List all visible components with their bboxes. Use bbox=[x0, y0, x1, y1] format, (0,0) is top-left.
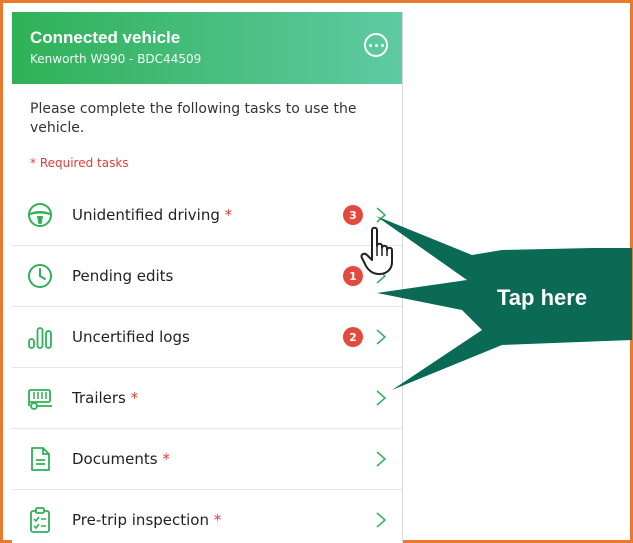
task-documents[interactable]: Documents * bbox=[12, 429, 402, 490]
required-marker: * bbox=[213, 511, 222, 529]
task-list: Unidentified driving * 3 Pending edits 1… bbox=[12, 185, 402, 543]
required-marker: * bbox=[224, 206, 233, 224]
task-pre-trip-inspection[interactable]: Pre-trip inspection * bbox=[12, 490, 402, 543]
task-pending-edits[interactable]: Pending edits 1 bbox=[12, 246, 402, 307]
steering-wheel-icon bbox=[28, 203, 52, 227]
chevron-right-icon bbox=[376, 512, 387, 528]
clipboard-icon bbox=[30, 507, 50, 533]
vehicle-subtitle: Kenworth W990 - BDC44509 bbox=[30, 52, 202, 66]
task-unidentified-driving[interactable]: Unidentified driving * 3 bbox=[12, 185, 402, 246]
required-marker: * bbox=[130, 389, 139, 407]
tap-here-text: Tap here bbox=[497, 285, 588, 310]
task-uncertified-logs[interactable]: Uncertified logs 2 bbox=[12, 307, 402, 368]
task-label: Pending edits bbox=[72, 267, 174, 285]
clock-icon bbox=[28, 264, 52, 288]
task-trailers[interactable]: Trailers * bbox=[12, 368, 402, 429]
task-label: Uncertified logs bbox=[72, 328, 190, 346]
bar-chart-icon bbox=[28, 327, 52, 349]
more-options-icon[interactable] bbox=[364, 33, 388, 57]
header-bar: Connected vehicle Kenworth W990 - BDC445… bbox=[12, 12, 402, 84]
task-label: Pre-trip inspection * bbox=[72, 511, 222, 529]
instructions-text: Please complete the following tasks to u… bbox=[30, 101, 357, 136]
required-marker: * bbox=[162, 450, 170, 468]
trailer-icon bbox=[28, 389, 52, 410]
count-badge: 2 bbox=[343, 327, 363, 347]
page-title: Connected vehicle bbox=[30, 28, 181, 47]
task-label: Documents * bbox=[72, 450, 170, 468]
count-badge: 3 bbox=[343, 205, 363, 225]
chevron-right-icon bbox=[376, 451, 387, 467]
task-label: Trailers * bbox=[72, 389, 139, 407]
task-label: Unidentified driving * bbox=[72, 206, 233, 224]
required-tasks-note: * Required tasks bbox=[30, 156, 129, 170]
hand-pointer-icon bbox=[360, 226, 393, 275]
document-icon bbox=[31, 447, 50, 471]
connected-vehicle-panel: Connected vehicle Kenworth W990 - BDC445… bbox=[12, 12, 403, 543]
